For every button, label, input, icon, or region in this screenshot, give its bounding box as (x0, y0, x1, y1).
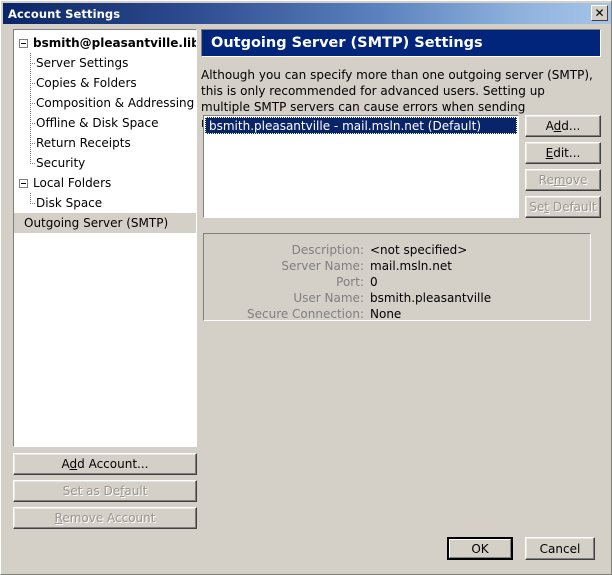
account-tree: bsmith@pleasantville.lib.... Server Sett… (14, 30, 196, 233)
collapse-icon[interactable] (19, 39, 28, 48)
detail-label: User Name: (204, 291, 370, 305)
account-settings-window: Account Settings ✕ bsmith@pleasantville.… (0, 0, 612, 575)
tree-item-label: Offline & Disk Space (36, 116, 159, 130)
button-label-post: dit... (553, 146, 580, 160)
detail-value: None (370, 307, 401, 321)
detail-label: Description: (204, 243, 370, 257)
tree-item-label: Return Receipts (36, 136, 131, 150)
detail-row-secure-connection: Secure Connection: None (204, 306, 590, 322)
set-default-smtp-button[interactable]: Set Default (525, 196, 601, 218)
button-label-post: d Account... (77, 457, 148, 471)
button-label: Cancel (540, 542, 581, 556)
button-label-post: ove (566, 173, 588, 187)
smtp-details-panel: Description: <not specified> Server Name… (203, 233, 591, 321)
button-label-post: d... (561, 119, 580, 133)
tree-item-copies-folders[interactable]: Copies & Folders (14, 73, 196, 93)
tree-item-offline-disk-space[interactable]: Offline & Disk Space (14, 113, 196, 133)
button-label-pre: A (62, 457, 70, 471)
tree-item-return-receipts[interactable]: Return Receipts (14, 133, 196, 153)
list-item-label: bsmith.pleasantville - mail.msln.net (De… (209, 119, 481, 133)
list-item[interactable]: bsmith.pleasantville - mail.msln.net (De… (205, 117, 517, 134)
detail-value: bsmith.pleasantville (370, 291, 491, 305)
section-banner: Outgoing Server (SMTP) Settings (201, 29, 601, 57)
close-button[interactable]: ✕ (591, 5, 608, 21)
tree-item-label: Composition & Addressing (36, 96, 194, 110)
smtp-server-listbox[interactable]: bsmith.pleasantville - mail.msln.net (De… (203, 115, 519, 218)
smtp-server-list-area: bsmith.pleasantville - mail.msln.net (De… (201, 115, 601, 225)
detail-label: Port: (204, 275, 370, 289)
detail-row-server-name: Server Name: mail.msln.net (204, 258, 590, 274)
window-title: Account Settings (3, 7, 120, 21)
tree-item-security[interactable]: Security (14, 153, 196, 173)
cancel-button[interactable]: Cancel (525, 537, 595, 560)
detail-value: <not specified> (370, 243, 467, 257)
button-accelerator: d (70, 457, 78, 471)
smtp-list-button-group: Add... Edit... Remove Set Default (525, 115, 601, 223)
tree-item-label: Local Folders (33, 176, 111, 190)
tree-item-composition-addressing[interactable]: Composition & Addressing (14, 93, 196, 113)
tree-item-server-settings[interactable]: Server Settings (14, 53, 196, 73)
button-label-pre: Re (539, 173, 554, 187)
detail-value: 0 (370, 275, 378, 289)
button-label: OK (471, 542, 488, 556)
tree-item-outgoing-server-smtp[interactable]: Outgoing Server (SMTP) (14, 213, 196, 233)
account-tree-panel[interactable]: bsmith@pleasantville.lib.... Server Sett… (13, 29, 197, 447)
button-label-post: Default (549, 200, 597, 214)
tree-item-label: Security (36, 156, 85, 170)
ok-button[interactable]: OK (447, 537, 513, 560)
tree-item-label: Copies & Folders (36, 76, 137, 90)
add-account-button[interactable]: Add Account... (13, 453, 197, 475)
tree-item-disk-space[interactable]: Disk Space (14, 193, 196, 213)
set-as-default-account-button[interactable]: Set as Default (13, 480, 197, 502)
tree-item-label: Disk Space (36, 196, 102, 210)
tree-item-label: Outgoing Server (SMTP) (24, 216, 168, 230)
tree-item-local-folders[interactable]: Local Folders (14, 173, 196, 193)
button-label-post: emove Account (62, 511, 155, 525)
button-label-pre: Set as De (63, 484, 121, 498)
detail-label: Secure Connection: (204, 307, 370, 321)
page-title: Outgoing Server (SMTP) Settings (202, 35, 483, 51)
close-icon: ✕ (594, 7, 604, 19)
title-bar: Account Settings ✕ (3, 3, 611, 24)
tree-children-bsmith: Server Settings Copies & Folders Composi… (14, 53, 196, 173)
button-label-pre: Se (529, 200, 544, 214)
tree-item-label: bsmith@pleasantville.lib.... (33, 36, 197, 50)
detail-value: mail.msln.net (370, 259, 452, 273)
remove-account-button[interactable]: Remove Account (13, 507, 197, 529)
collapse-icon[interactable] (19, 179, 28, 188)
detail-row-user-name: User Name: bsmith.pleasantville (204, 290, 590, 306)
detail-row-port: Port: 0 (204, 274, 590, 290)
tree-children-local-folders: Disk Space (14, 193, 196, 213)
button-label-pre: A (546, 119, 554, 133)
remove-smtp-button[interactable]: Remove (525, 169, 601, 191)
add-smtp-button[interactable]: Add... (525, 115, 601, 137)
button-label-post: ault (124, 484, 147, 498)
edit-smtp-button[interactable]: Edit... (525, 142, 601, 164)
tree-item-label: Server Settings (36, 56, 128, 70)
button-accelerator: m (554, 173, 566, 187)
detail-row-description: Description: <not specified> (204, 242, 590, 258)
main-content: Outgoing Server (SMTP) Settings Although… (201, 29, 601, 529)
tree-item-account-bsmith[interactable]: bsmith@pleasantville.lib.... (14, 33, 196, 53)
detail-label: Server Name: (204, 259, 370, 273)
